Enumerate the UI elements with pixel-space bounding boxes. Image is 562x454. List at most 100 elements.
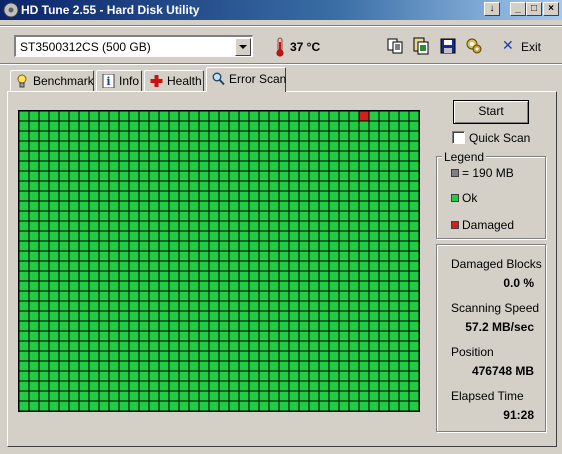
ok-block [299, 261, 309, 271]
minimize-button[interactable]: _ [510, 2, 526, 16]
ok-block [169, 351, 179, 361]
copy-icon[interactable] [386, 37, 404, 55]
ok-block [69, 171, 79, 181]
ok-block [249, 261, 259, 271]
tab-benchmark[interactable]: Benchmark [10, 70, 94, 91]
ok-block [79, 351, 89, 361]
ok-block [299, 391, 309, 401]
ok-block [219, 331, 229, 341]
ok-block [379, 311, 389, 321]
health-icon [150, 75, 163, 87]
ok-block [269, 251, 279, 261]
ok-block [279, 171, 289, 181]
ok-block [399, 301, 409, 311]
ok-block [199, 211, 209, 221]
ok-block [59, 261, 69, 271]
ok-block [209, 121, 219, 131]
ok-block [409, 311, 419, 321]
ok-block [29, 271, 39, 281]
ok-block [339, 291, 349, 301]
ok-block [299, 121, 309, 131]
tab-health-label: Health [167, 74, 202, 88]
ok-block [199, 161, 209, 171]
save-icon[interactable] [439, 37, 457, 55]
ok-block [229, 161, 239, 171]
ok-block [189, 221, 199, 231]
copy-all-icon[interactable] [412, 37, 430, 55]
ok-block [229, 291, 239, 301]
ok-block [189, 381, 199, 391]
ok-block [319, 251, 329, 261]
ok-block [109, 111, 119, 121]
elapsed-time-label: Elapsed Time [451, 389, 524, 403]
ok-block [59, 221, 69, 231]
ok-block [199, 271, 209, 281]
ok-block [349, 271, 359, 281]
window-extra-button[interactable]: ↓ [484, 2, 500, 16]
tab-info[interactable]: i Info [96, 70, 142, 91]
ok-block [29, 131, 39, 141]
ok-block [309, 241, 319, 251]
ok-block [229, 211, 239, 221]
ok-block [399, 261, 409, 271]
ok-block [409, 111, 419, 121]
close-button[interactable]: × [543, 2, 559, 16]
ok-block [369, 241, 379, 251]
quick-scan-label[interactable]: Quick Scan [469, 131, 530, 145]
ok-block [269, 221, 279, 231]
ok-block [59, 201, 69, 211]
ok-block [209, 161, 219, 171]
ok-block [329, 281, 339, 291]
options-icon[interactable] [465, 37, 483, 55]
ok-block [139, 311, 149, 321]
ok-block [199, 201, 209, 211]
legend-title: Legend [442, 150, 487, 164]
ok-block [39, 271, 49, 281]
ok-block [179, 301, 189, 311]
ok-block [409, 391, 419, 401]
ok-block [149, 331, 159, 341]
quick-scan-checkbox[interactable] [452, 131, 465, 144]
ok-block [269, 241, 279, 251]
ok-block [389, 351, 399, 361]
ok-block [259, 191, 269, 201]
ok-block [299, 181, 309, 191]
elapsed-time-value: 91:28 [503, 408, 534, 422]
ok-block [219, 301, 229, 311]
ok-block [29, 381, 39, 391]
ok-block [69, 221, 79, 231]
ok-block [239, 391, 249, 401]
drive-select[interactable]: ST3500312CS (500 GB) [14, 35, 253, 57]
ok-block [99, 331, 109, 341]
chevron-down-icon[interactable] [235, 38, 251, 56]
ok-block [189, 391, 199, 401]
ok-block [309, 211, 319, 221]
tab-health[interactable]: Health [144, 70, 204, 91]
maximize-button[interactable]: □ [526, 2, 542, 16]
ok-block [149, 381, 159, 391]
ok-block [19, 141, 29, 151]
tab-error-scan[interactable]: Error Scan [206, 67, 286, 92]
ok-block [219, 351, 229, 361]
ok-block [219, 221, 229, 231]
ok-block [219, 191, 229, 201]
ok-block [329, 341, 339, 351]
ok-block [119, 391, 129, 401]
ok-block [329, 221, 339, 231]
ok-block [189, 341, 199, 351]
ok-block [99, 211, 109, 221]
ok-block [269, 281, 279, 291]
ok-block [69, 211, 79, 221]
ok-block [109, 301, 119, 311]
ok-block [399, 211, 409, 221]
ok-block [309, 391, 319, 401]
ok-block [79, 191, 89, 201]
ok-block [329, 331, 339, 341]
ok-block [259, 161, 269, 171]
ok-block [119, 161, 129, 171]
ok-block [269, 191, 279, 201]
ok-block [249, 131, 259, 141]
title-bar[interactable]: HD Tune 2.55 - Hard Disk Utility ↓ _ □ × [0, 0, 562, 20]
start-button[interactable]: Start [453, 100, 529, 124]
toolbar-top-divider [0, 25, 562, 27]
